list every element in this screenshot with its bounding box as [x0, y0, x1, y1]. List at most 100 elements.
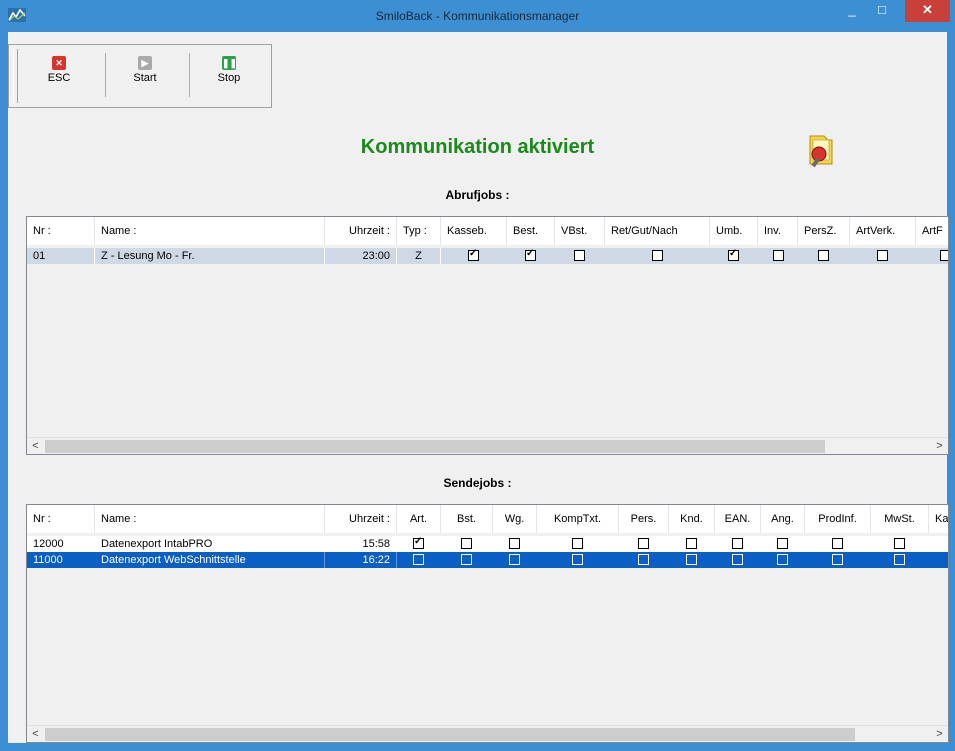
- column-header[interactable]: Nr :: [27, 505, 95, 533]
- checkbox-artf[interactable]: [940, 250, 948, 261]
- close-icon: ✕: [52, 56, 66, 70]
- checkbox-bst[interactable]: [461, 554, 472, 565]
- scroll-left-arrow[interactable]: <: [27, 438, 44, 454]
- column-header[interactable]: Wg.: [493, 505, 537, 533]
- cell-name: Datenexport IntabPRO: [95, 536, 325, 552]
- title-bar[interactable]: SmiloBack - Kommunikationsmanager _ □ ✕: [0, 0, 955, 32]
- column-header[interactable]: Nr :: [27, 217, 95, 245]
- esc-button[interactable]: ✕ ESC: [29, 53, 89, 99]
- checkbox-wg[interactable]: [509, 554, 520, 565]
- maximize-button[interactable]: □: [868, 0, 896, 22]
- checkbox-inv[interactable]: [773, 250, 784, 261]
- sendejobs-header: Nr : Name : Uhrzeit : Art. Bst. Wg. Komp…: [27, 505, 948, 533]
- column-header[interactable]: PersZ.: [798, 217, 850, 245]
- column-header[interactable]: Uhrzeit :: [325, 505, 397, 533]
- checkbox-umb[interactable]: [728, 248, 739, 261]
- scroll-thumb[interactable]: [45, 440, 825, 453]
- table-row[interactable]: 01 Z - Lesung Mo - Fr. 23:00 Z: [27, 248, 948, 264]
- checkbox-ret-gut-nach[interactable]: [652, 250, 663, 261]
- horizontal-scrollbar[interactable]: < >: [27, 725, 948, 742]
- column-header[interactable]: EAN.: [715, 505, 761, 533]
- column-header[interactable]: MwSt.: [871, 505, 929, 533]
- stop-label: Stop: [217, 72, 241, 84]
- cell-nr: 12000: [27, 536, 95, 552]
- column-header[interactable]: Knd.: [669, 505, 715, 533]
- app-window: SmiloBack - Kommunikationsmanager _ □ ✕ …: [0, 0, 955, 751]
- column-header[interactable]: Inv.: [758, 217, 798, 245]
- cell-uhrzeit: 16:22: [325, 552, 397, 568]
- toolbar-separator: [105, 53, 106, 97]
- column-header[interactable]: Pers.: [619, 505, 669, 533]
- cell-uhrzeit: 23:00: [325, 248, 397, 264]
- column-header[interactable]: VBst.: [555, 217, 605, 245]
- checkbox-prodinf[interactable]: [832, 554, 843, 565]
- folder-key-icon[interactable]: [804, 132, 838, 170]
- checkbox-mwst[interactable]: [894, 554, 905, 565]
- checkbox-ean[interactable]: [732, 538, 743, 549]
- close-button[interactable]: ✕: [905, 0, 950, 22]
- column-header[interactable]: Name :: [95, 505, 325, 533]
- checkbox-knd[interactable]: [686, 554, 697, 565]
- start-button[interactable]: ▶ Start: [115, 53, 175, 99]
- cell-name: Datenexport WebSchnittstelle: [95, 552, 325, 568]
- checkbox-wg[interactable]: [509, 538, 520, 549]
- checkbox-komptxt[interactable]: [572, 554, 583, 565]
- abrufjobs-table[interactable]: Nr : Name : Uhrzeit : Typ : Kasseb. Best…: [26, 216, 949, 455]
- column-header[interactable]: Typ :: [397, 217, 441, 245]
- checkbox-mwst[interactable]: [894, 538, 905, 549]
- table-row-selected[interactable]: 11000 Datenexport WebSchnittstelle 16:22: [27, 552, 948, 568]
- esc-label: ESC: [47, 72, 71, 84]
- checkbox-prodinf[interactable]: [832, 538, 843, 549]
- window-title: SmiloBack - Kommunikationsmanager: [375, 9, 580, 23]
- start-label: Start: [133, 72, 157, 84]
- checkbox-vbst[interactable]: [574, 250, 585, 261]
- checkbox-art[interactable]: [413, 536, 424, 549]
- checkbox-ang[interactable]: [777, 538, 788, 549]
- column-header[interactable]: Umb.: [710, 217, 758, 245]
- horizontal-scrollbar[interactable]: < >: [27, 437, 948, 454]
- cell-uhrzeit: 15:58: [325, 536, 397, 552]
- table-row[interactable]: 12000 Datenexport IntabPRO 15:58: [27, 536, 948, 552]
- checkbox-ang[interactable]: [777, 554, 788, 565]
- checkbox-bst[interactable]: [461, 538, 472, 549]
- stop-button[interactable]: ❚❚ Stop: [199, 53, 259, 99]
- abrufjobs-header: Nr : Name : Uhrzeit : Typ : Kasseb. Best…: [27, 217, 948, 245]
- checkbox-persz[interactable]: [818, 250, 829, 261]
- column-header[interactable]: Kasseb.: [441, 217, 507, 245]
- sendejobs-title: Sendejobs :: [443, 476, 512, 490]
- column-header[interactable]: Ang.: [761, 505, 805, 533]
- cell-typ: Z: [397, 248, 441, 264]
- column-header[interactable]: Ka: [929, 505, 948, 533]
- column-header[interactable]: Bst.: [441, 505, 493, 533]
- minimize-button[interactable]: _: [838, 0, 866, 22]
- column-header[interactable]: Uhrzeit :: [325, 217, 397, 245]
- column-header[interactable]: Art.: [397, 505, 441, 533]
- column-header[interactable]: ArtF: [916, 217, 948, 245]
- play-icon: ▶: [138, 56, 152, 70]
- checkbox-komptxt[interactable]: [572, 538, 583, 549]
- scroll-right-arrow[interactable]: >: [931, 726, 948, 742]
- checkbox-kasseb[interactable]: [468, 248, 479, 261]
- column-header[interactable]: ArtVerk.: [850, 217, 916, 245]
- pause-icon: ❚❚: [222, 56, 238, 70]
- column-header[interactable]: Ret/Gut/Nach: [605, 217, 710, 245]
- main-panel: ✕ ESC ▶ Start ❚❚ Stop Kommunikation akti…: [8, 32, 949, 743]
- scroll-right-arrow[interactable]: >: [931, 438, 948, 454]
- checkbox-pers[interactable]: [638, 554, 649, 565]
- scroll-left-arrow[interactable]: <: [27, 726, 44, 742]
- scroll-thumb[interactable]: [45, 728, 855, 741]
- checkbox-pers[interactable]: [638, 538, 649, 549]
- column-header[interactable]: Best.: [507, 217, 555, 245]
- cell-name: Z - Lesung Mo - Fr.: [95, 248, 325, 264]
- toolbar-grip[interactable]: [13, 49, 18, 103]
- checkbox-best[interactable]: [525, 248, 536, 261]
- checkbox-art[interactable]: [413, 554, 424, 565]
- checkbox-ean[interactable]: [732, 554, 743, 565]
- checkbox-knd[interactable]: [686, 538, 697, 549]
- column-header[interactable]: Name :: [95, 217, 325, 245]
- column-header[interactable]: ProdInf.: [805, 505, 871, 533]
- checkbox-artverk[interactable]: [877, 250, 888, 261]
- abrufjobs-title: Abrufjobs :: [445, 188, 510, 202]
- sendejobs-table[interactable]: Nr : Name : Uhrzeit : Art. Bst. Wg. Komp…: [26, 504, 949, 743]
- column-header[interactable]: KompTxt.: [537, 505, 619, 533]
